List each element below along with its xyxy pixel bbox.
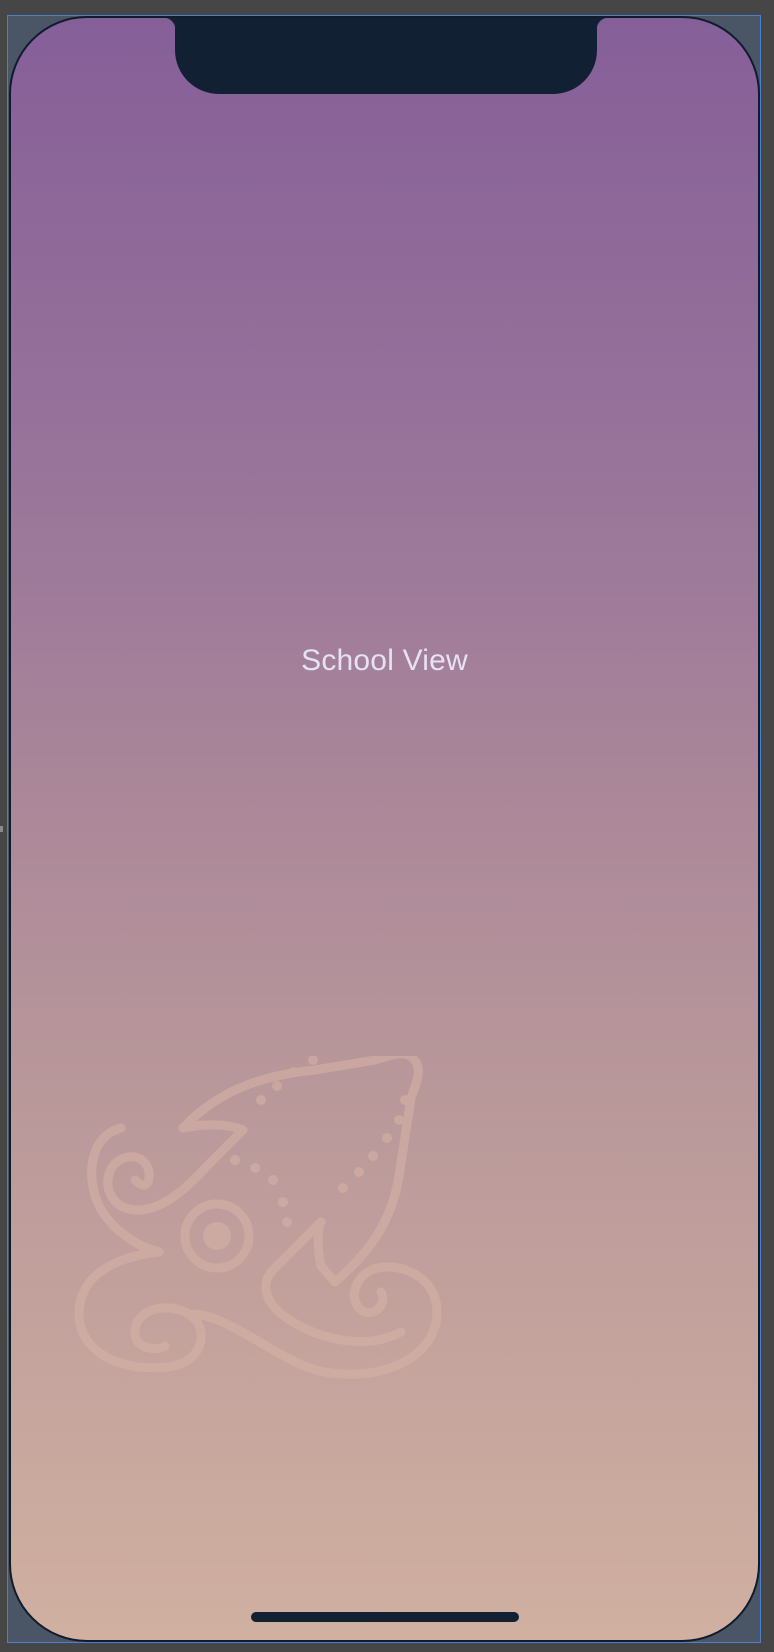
- device-notch: [163, 18, 609, 94]
- canvas-edge-marker: [0, 826, 3, 832]
- design-canvas: School View: [0, 0, 774, 1652]
- home-indicator: [251, 1612, 519, 1622]
- screen-title: School View: [301, 644, 468, 677]
- device-screen[interactable]: School View: [9, 16, 760, 1642]
- decorative-swirl-icon: [74, 1056, 442, 1379]
